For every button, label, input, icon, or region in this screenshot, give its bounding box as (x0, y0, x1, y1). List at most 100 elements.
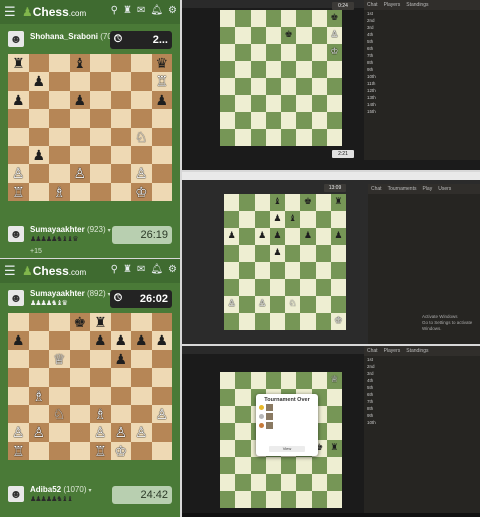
chess-piece[interactable]: ♔ (330, 46, 338, 56)
board-square[interactable]: ♟ (254, 228, 270, 245)
bell-icon[interactable]: 🔔︎ (150, 264, 163, 275)
board-square[interactable] (235, 457, 251, 474)
list-item[interactable]: 9th (364, 66, 480, 73)
chess-board[interactable]: ♚ ♜ ♟ ♟ ♟ ♟ ♟ ♕ ♟ ♗ ♘ ♗ ♙ ♙ ♙ ♙ ♙ ♙ ♖ ♖ ♔ (8, 313, 172, 461)
list-item[interactable]: 4th (364, 377, 480, 384)
board-square[interactable] (224, 211, 240, 228)
board-square[interactable] (28, 109, 49, 128)
board-square[interactable] (296, 95, 312, 112)
list-item[interactable]: 7th (364, 52, 480, 59)
board-square[interactable] (90, 386, 111, 405)
board-square[interactable] (315, 245, 331, 262)
board-square[interactable] (49, 164, 70, 183)
board-square[interactable] (90, 54, 111, 73)
chess-piece[interactable]: ♘ (289, 298, 297, 308)
board-square[interactable] (28, 331, 49, 350)
chess-piece[interactable]: ♟ (114, 351, 127, 367)
board-square[interactable] (330, 296, 346, 313)
board-square[interactable] (250, 10, 266, 27)
board-square[interactable] (311, 27, 327, 44)
board-square[interactable] (326, 389, 342, 406)
board-square[interactable] (110, 313, 131, 332)
board-square[interactable] (326, 457, 342, 474)
board-square[interactable] (250, 61, 266, 78)
board-square[interactable]: ♖ (8, 182, 29, 202)
board-square[interactable] (311, 112, 327, 129)
board-square[interactable]: ♖ (151, 72, 172, 91)
board-square[interactable] (69, 386, 90, 405)
board-square[interactable] (265, 78, 281, 95)
board-square[interactable] (315, 296, 331, 313)
board-square[interactable] (69, 441, 90, 461)
list-item[interactable]: 10th (364, 419, 480, 426)
board-square[interactable]: ♝ (269, 194, 285, 211)
board-square[interactable]: ♙ (90, 423, 111, 442)
chess-piece[interactable]: ♚ (285, 29, 293, 39)
board-square[interactable] (254, 211, 270, 228)
board-square[interactable] (110, 90, 131, 110)
board-square[interactable] (235, 389, 251, 406)
board-square[interactable] (239, 296, 255, 313)
board-square[interactable] (285, 245, 301, 262)
board-square[interactable] (296, 372, 312, 389)
board-square[interactable] (265, 372, 281, 389)
board-square[interactable] (110, 127, 131, 146)
board-square[interactable] (90, 145, 111, 165)
board-square[interactable]: ♝ (285, 211, 301, 228)
list-item[interactable]: 1st (364, 10, 480, 17)
chess-piece[interactable]: ♙ (228, 298, 236, 308)
board-square[interactable] (49, 72, 70, 91)
board-square[interactable]: ♛ (151, 54, 172, 73)
chess-piece[interactable]: ♙ (94, 424, 107, 440)
board-square[interactable] (326, 474, 342, 491)
list-item[interactable]: 12th (364, 87, 480, 94)
chess-piece[interactable]: ♟ (94, 332, 107, 348)
list-item[interactable]: 13th (364, 94, 480, 101)
chess-piece[interactable]: ♙ (114, 424, 127, 440)
board-square[interactable] (265, 95, 281, 112)
chess-piece[interactable]: ♝ (289, 213, 297, 223)
board-square[interactable] (311, 10, 327, 27)
board-square[interactable] (330, 211, 346, 228)
list-item[interactable]: 5th (364, 384, 480, 391)
menu-icon[interactable]: ☰ (4, 264, 16, 277)
panel-tab[interactable]: Standings (406, 348, 428, 354)
board-square[interactable] (254, 245, 270, 262)
chess-piece[interactable]: ♔ (135, 184, 148, 200)
board-square[interactable] (110, 182, 131, 202)
board-square[interactable] (265, 457, 281, 474)
chess-piece[interactable]: ♙ (12, 424, 25, 440)
board-square[interactable] (110, 54, 131, 73)
board-square[interactable] (315, 262, 331, 279)
board-square[interactable] (151, 109, 172, 128)
board-square[interactable] (311, 491, 327, 508)
board-square[interactable] (90, 349, 111, 369)
board-square[interactable] (235, 61, 251, 78)
board-square[interactable] (281, 10, 297, 27)
chess-piece[interactable]: ♟ (32, 73, 45, 89)
chess-piece[interactable]: ♛ (155, 55, 168, 71)
board-square[interactable] (285, 279, 301, 296)
chess-piece[interactable]: ♗ (32, 388, 45, 404)
board-square[interactable] (28, 182, 49, 202)
board-square[interactable] (265, 44, 281, 61)
board-square[interactable]: ♟ (224, 228, 240, 245)
board-square[interactable]: ♟ (110, 331, 131, 350)
board-square[interactable] (131, 145, 152, 165)
board-square[interactable] (131, 386, 152, 405)
board-square[interactable]: ♙ (69, 164, 90, 183)
board-square[interactable]: ♙ (28, 423, 49, 442)
chess-piece[interactable]: ♟ (12, 92, 25, 108)
board-square[interactable] (224, 279, 240, 296)
board-square[interactable]: ♟ (8, 90, 29, 110)
chesscom-logo[interactable]: ♟Chess.com (22, 5, 86, 19)
list-item[interactable]: 8th (364, 59, 480, 66)
board-square[interactable] (269, 296, 285, 313)
chess-piece[interactable]: ♕ (330, 374, 338, 384)
list-item[interactable]: 7th (364, 398, 480, 405)
board-square[interactable]: ♟ (69, 90, 90, 110)
board-square[interactable] (296, 10, 312, 27)
board-square[interactable] (296, 491, 312, 508)
board-square[interactable] (49, 145, 70, 165)
board-square[interactable] (281, 112, 297, 129)
